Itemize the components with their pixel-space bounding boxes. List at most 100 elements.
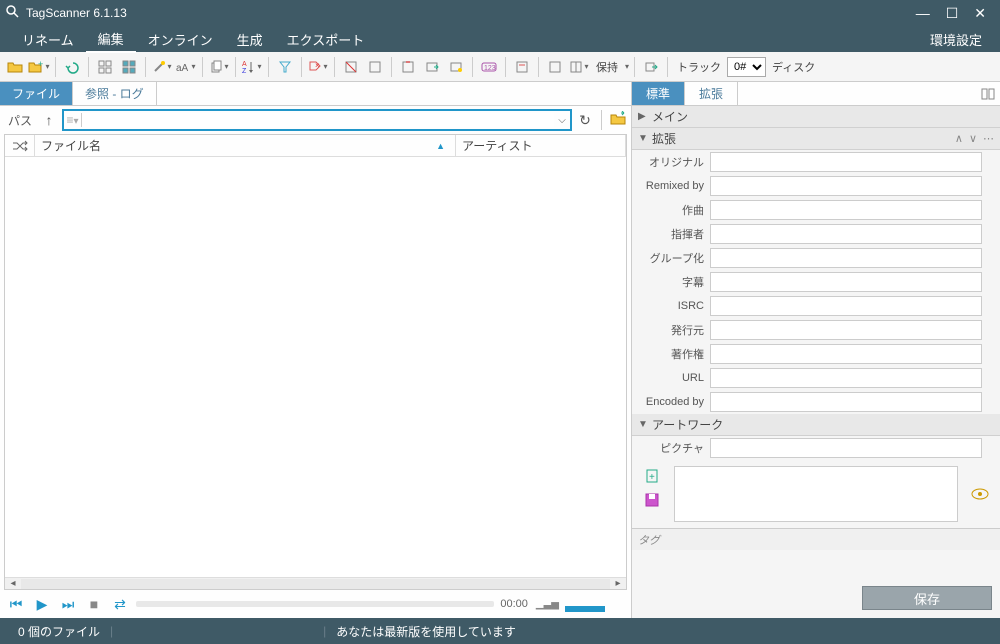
select-all-icon[interactable]	[118, 56, 140, 78]
filter-icon[interactable]	[274, 56, 296, 78]
scroll-right-icon[interactable]: ▸	[610, 578, 626, 589]
folder-open-icon[interactable]	[4, 56, 26, 78]
input-conductor[interactable]	[710, 224, 982, 244]
save-button[interactable]: 保存	[862, 586, 992, 610]
column-shuffle-icon[interactable]	[5, 135, 35, 156]
columns-toggle-icon[interactable]	[976, 82, 1000, 105]
section-menu-icon[interactable]: ⋯	[983, 132, 994, 145]
copy-icon[interactable]: ▾	[208, 56, 230, 78]
status-file-count: 0 個のファイル	[8, 623, 110, 640]
grid-icon[interactable]	[94, 56, 116, 78]
label-publisher: 発行元	[636, 322, 710, 338]
menu-generate[interactable]: 生成	[225, 27, 275, 52]
input-composer[interactable]	[710, 200, 982, 220]
expand-icon[interactable]: ▶	[638, 111, 652, 122]
disc-label[interactable]: ディスク	[768, 59, 819, 75]
tab-browse-log[interactable]: 参照 - ログ	[73, 82, 157, 105]
menubar: リネーム 編集 オンライン 生成 エクスポート 環境設定	[0, 26, 1000, 52]
tool-g-icon[interactable]	[544, 56, 566, 78]
volume-slider[interactable]	[565, 596, 625, 612]
path-dropdown-icon[interactable]: ⌵	[554, 115, 570, 126]
repeat-button[interactable]: ⇄	[110, 594, 130, 614]
keep-label[interactable]: 保持	[592, 59, 622, 75]
menu-edit[interactable]: 編集	[86, 26, 136, 53]
artwork-save-icon[interactable]	[642, 490, 662, 510]
tool-a-icon[interactable]	[340, 56, 362, 78]
seek-slider[interactable]	[136, 601, 494, 607]
play-button[interactable]: ▶	[32, 594, 52, 614]
table-body[interactable]	[5, 157, 626, 577]
input-url[interactable]	[710, 368, 982, 388]
tool-f-icon[interactable]	[511, 56, 533, 78]
column-artist[interactable]: アーティスト	[456, 135, 626, 156]
path-input-combo[interactable]: ≡▾ ⌵	[62, 109, 572, 131]
tag-delete-icon[interactable]: ×▾	[307, 56, 329, 78]
input-isrc[interactable]	[710, 296, 982, 316]
status-version: あなたは最新版を使用しています	[326, 623, 526, 640]
file-table: ファイル名▲ アーティスト ◂ ▸	[4, 134, 627, 590]
tab-file[interactable]: ファイル	[0, 82, 73, 105]
folder-tree-icon[interactable]	[609, 111, 627, 130]
tool-d-icon[interactable]	[421, 56, 443, 78]
stop-button[interactable]: ■	[84, 594, 104, 614]
minimize-button[interactable]: —	[916, 5, 930, 22]
menu-settings[interactable]: 環境設定	[922, 27, 990, 52]
number-123-icon[interactable]: 123	[478, 56, 500, 78]
tool-b-icon[interactable]	[364, 56, 386, 78]
undo-icon[interactable]	[61, 56, 83, 78]
tab-extended[interactable]: 拡張	[685, 82, 738, 105]
section-extended[interactable]: ▼ 拡張 ∧ ∨ ⋯	[632, 128, 1000, 150]
tab-standard[interactable]: 標準	[632, 82, 685, 105]
input-encoded[interactable]	[710, 392, 982, 412]
section-up-icon[interactable]: ∧	[955, 132, 963, 145]
apply-icon[interactable]	[640, 56, 662, 78]
menu-export[interactable]: エクスポート	[275, 27, 377, 52]
collapse-artwork-icon[interactable]: ▼	[638, 419, 652, 430]
track-label[interactable]: トラック	[673, 59, 725, 75]
menu-rename[interactable]: リネーム	[10, 27, 86, 52]
wand-icon[interactable]: ▾	[151, 56, 173, 78]
input-picture[interactable]	[710, 438, 982, 458]
time-display: 00:00	[500, 598, 528, 610]
maximize-button[interactable]: ☐	[946, 5, 959, 22]
menu-online[interactable]: オンライン	[136, 27, 225, 52]
next-button[interactable]: ⏭	[58, 594, 78, 614]
svg-text:+: +	[649, 472, 655, 483]
prev-button[interactable]: ⏮	[6, 594, 26, 614]
artwork-view-icon[interactable]	[966, 466, 994, 522]
section-artwork[interactable]: ▼ アートワーク	[632, 414, 1000, 436]
app-icon	[6, 5, 20, 22]
input-publisher[interactable]	[710, 320, 982, 340]
horizontal-scrollbar[interactable]: ◂ ▸	[5, 577, 626, 589]
column-filename[interactable]: ファイル名▲	[35, 135, 456, 156]
path-up-icon[interactable]: ↑	[40, 112, 58, 128]
input-subtitle[interactable]	[710, 272, 982, 292]
tool-e-icon[interactable]	[445, 56, 467, 78]
svg-text:123: 123	[484, 65, 496, 72]
close-button[interactable]: ✕	[974, 5, 986, 22]
folder-add-icon[interactable]: +▾	[28, 56, 50, 78]
input-grouping[interactable]	[710, 248, 982, 268]
tag-panel: 標準 拡張 ▶ メイン ▼ 拡張 ∧ ∨ ⋯ オリジナル Remixed by …	[632, 82, 1000, 618]
input-original[interactable]	[710, 152, 982, 172]
columns-icon[interactable]: ▾	[568, 56, 590, 78]
label-remixed: Remixed by	[636, 180, 710, 192]
tool-c-icon[interactable]	[397, 56, 419, 78]
path-filter-icon[interactable]: ≡▾	[64, 113, 82, 127]
input-remixed[interactable]	[710, 176, 982, 196]
input-copyright[interactable]	[710, 344, 982, 364]
collapse-icon[interactable]: ▼	[638, 133, 652, 144]
file-panel: ファイル 参照 - ログ パス ↑ ≡▾ ⌵ ↻ ファイル名▲ アーティスト ◂	[0, 82, 632, 618]
scroll-left-icon[interactable]: ◂	[5, 578, 21, 589]
sort-az-icon[interactable]: AZ▾	[241, 56, 263, 78]
artwork-add-icon[interactable]: +	[642, 466, 662, 486]
section-down-icon[interactable]: ∨	[969, 132, 977, 145]
case-icon[interactable]: aA▾	[175, 56, 197, 78]
artwork-preview[interactable]	[674, 466, 958, 522]
refresh-icon[interactable]: ↻	[576, 112, 594, 129]
section-main[interactable]: ▶ メイン	[632, 106, 1000, 128]
player-bar: ⏮ ▶ ⏭ ■ ⇄ 00:00 ▁▃▅	[0, 590, 631, 618]
track-select[interactable]: 0#	[727, 57, 766, 77]
statusbar: 0 個のファイル | | あなたは最新版を使用しています	[0, 618, 1000, 644]
path-input[interactable]	[82, 113, 554, 127]
